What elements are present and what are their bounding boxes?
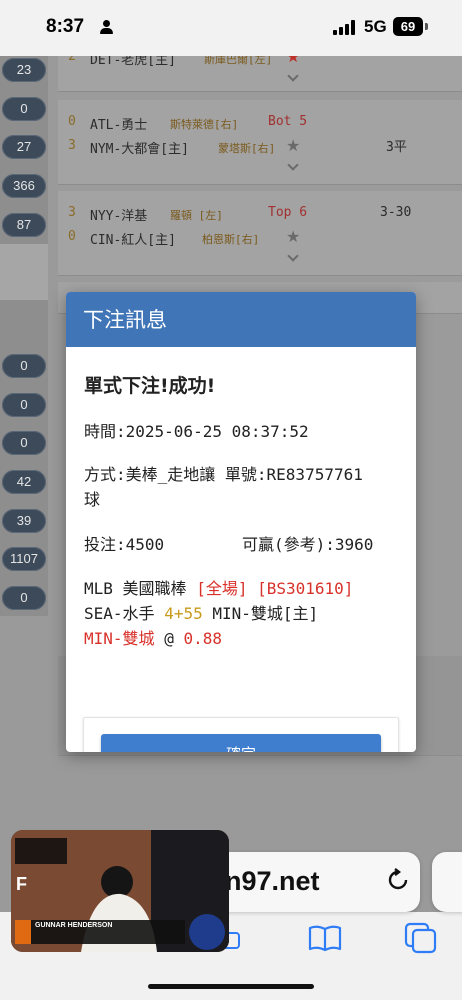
network-type: 5G (364, 17, 387, 36)
potential-win: 可贏(參考):3960 (242, 535, 374, 554)
pitcher: 斯特萊德[右] (170, 118, 239, 131)
dialog-title: 下注訊息 (66, 292, 416, 347)
period: [全場] (196, 579, 248, 598)
team-name: ATL-勇士 (90, 118, 148, 133)
league-line: MLB 美國職棒 [全場] [BS301610] (84, 575, 353, 599)
pick-line: MIN-雙城 @ 0.88 (84, 625, 222, 649)
league: MLB 美國職棒 (84, 579, 187, 598)
status-bar: 8:37 5G 69 (0, 0, 462, 56)
inning: Top 6 (268, 205, 308, 220)
score: 0 (68, 229, 76, 244)
market-code: [BS301610] (257, 579, 354, 598)
team-name: CIN-紅人[主] (90, 233, 176, 248)
url-text: n97.net (225, 866, 320, 896)
clock: 8:37 (46, 16, 85, 37)
pitcher: 羅頓 [左] (170, 209, 223, 222)
count-badge[interactable]: 23 (2, 58, 46, 82)
game-card[interactable]: 2 DET-老虎[主] 斯庫巴爾[左] ★ (58, 47, 462, 92)
network-logo: F (16, 874, 27, 894)
signal-icon (333, 20, 357, 35)
count-badge[interactable]: 1107 (2, 547, 46, 571)
confirm-button[interactable]: 確定 (101, 734, 381, 752)
picked-team: MIN-雙城 (84, 629, 155, 648)
battery-cap (425, 23, 428, 30)
next-tab-peek[interactable] (432, 852, 462, 912)
count-badge[interactable]: 27 (2, 135, 46, 159)
count-badge[interactable]: 0 (2, 393, 46, 417)
bet-result-dialog: 下注訊息 單式下注!成功! 時間:2025-06-25 08:37:52 方式:… (66, 292, 416, 752)
team-name: NYM-大都會[主] (90, 142, 189, 157)
reload-icon[interactable] (386, 868, 410, 892)
count-badge[interactable]: 366 (2, 174, 46, 198)
bet-time: 時間:2025-06-25 08:37:52 (84, 422, 309, 441)
pitcher: 柏恩斯[右] (202, 233, 260, 246)
result: 3平 (386, 140, 407, 155)
stake-amount: 投注:4500 (84, 535, 165, 554)
success-message: 單式下注!成功! (84, 375, 216, 397)
player-name: GUNNAR HENDERSON (35, 922, 113, 929)
favorite-star-icon[interactable]: ★ (286, 136, 300, 155)
video-frame (11, 830, 229, 952)
count-badge[interactable]: 39 (2, 509, 46, 533)
result: 3-30 (380, 205, 412, 220)
chevron-down-icon[interactable] (287, 159, 299, 171)
home-indicator (148, 984, 314, 989)
count-badge[interactable]: 0 (2, 354, 46, 378)
picture-in-picture-video[interactable]: F GUNNAR HENDERSON (11, 830, 229, 952)
left-count-column: 23 0 27 366 87 0 0 0 42 39 1107 0 (0, 56, 48, 616)
score: 3 (68, 138, 76, 153)
chevron-down-icon[interactable] (287, 70, 299, 82)
column-gap (0, 244, 48, 300)
game-card[interactable]: 3 NYY-洋基 羅頓 [左] Top 6 3-30 0 CIN-紅人[主] 柏… (58, 191, 462, 276)
count-badge[interactable]: 0 (2, 431, 46, 455)
pitcher: 蒙塔斯[右] (218, 142, 276, 155)
odds: 0.88 (183, 629, 222, 648)
matchup-line: SEA-水手 4+55 MIN-雙城[主] (84, 600, 318, 624)
count-badge[interactable]: 87 (2, 213, 46, 237)
inning: Bot 5 (268, 114, 308, 129)
tabs-icon[interactable] (404, 922, 438, 954)
home-team: MIN-雙城[主] (212, 604, 319, 623)
game-card[interactable]: 0 ATL-勇士 斯特萊德[右] Bot 5 3 NYM-大都會[主] 蒙塔斯[… (58, 100, 462, 185)
person-icon (99, 20, 113, 34)
team-name: NYY-洋基 (90, 209, 148, 224)
count-badge[interactable]: 0 (2, 97, 46, 121)
away-team: SEA-水手 (84, 604, 155, 623)
count-badge[interactable]: 42 (2, 470, 46, 494)
score: 0 (68, 114, 76, 129)
bet-method-wrap: 球 (84, 490, 101, 509)
battery-icon: 69 (393, 17, 423, 36)
button-panel: 確定 (83, 717, 399, 752)
bet-method: 方式:美棒_走地讓 單號:RE83757761 (84, 465, 363, 484)
favorite-star-icon[interactable]: ★ (286, 227, 300, 246)
at-symbol: @ (164, 629, 174, 648)
chevron-down-icon[interactable] (287, 250, 299, 262)
count-badge[interactable]: 0 (2, 586, 46, 610)
handicap: 4+55 (164, 604, 203, 623)
bookmarks-icon[interactable] (308, 924, 342, 952)
score: 3 (68, 205, 76, 220)
